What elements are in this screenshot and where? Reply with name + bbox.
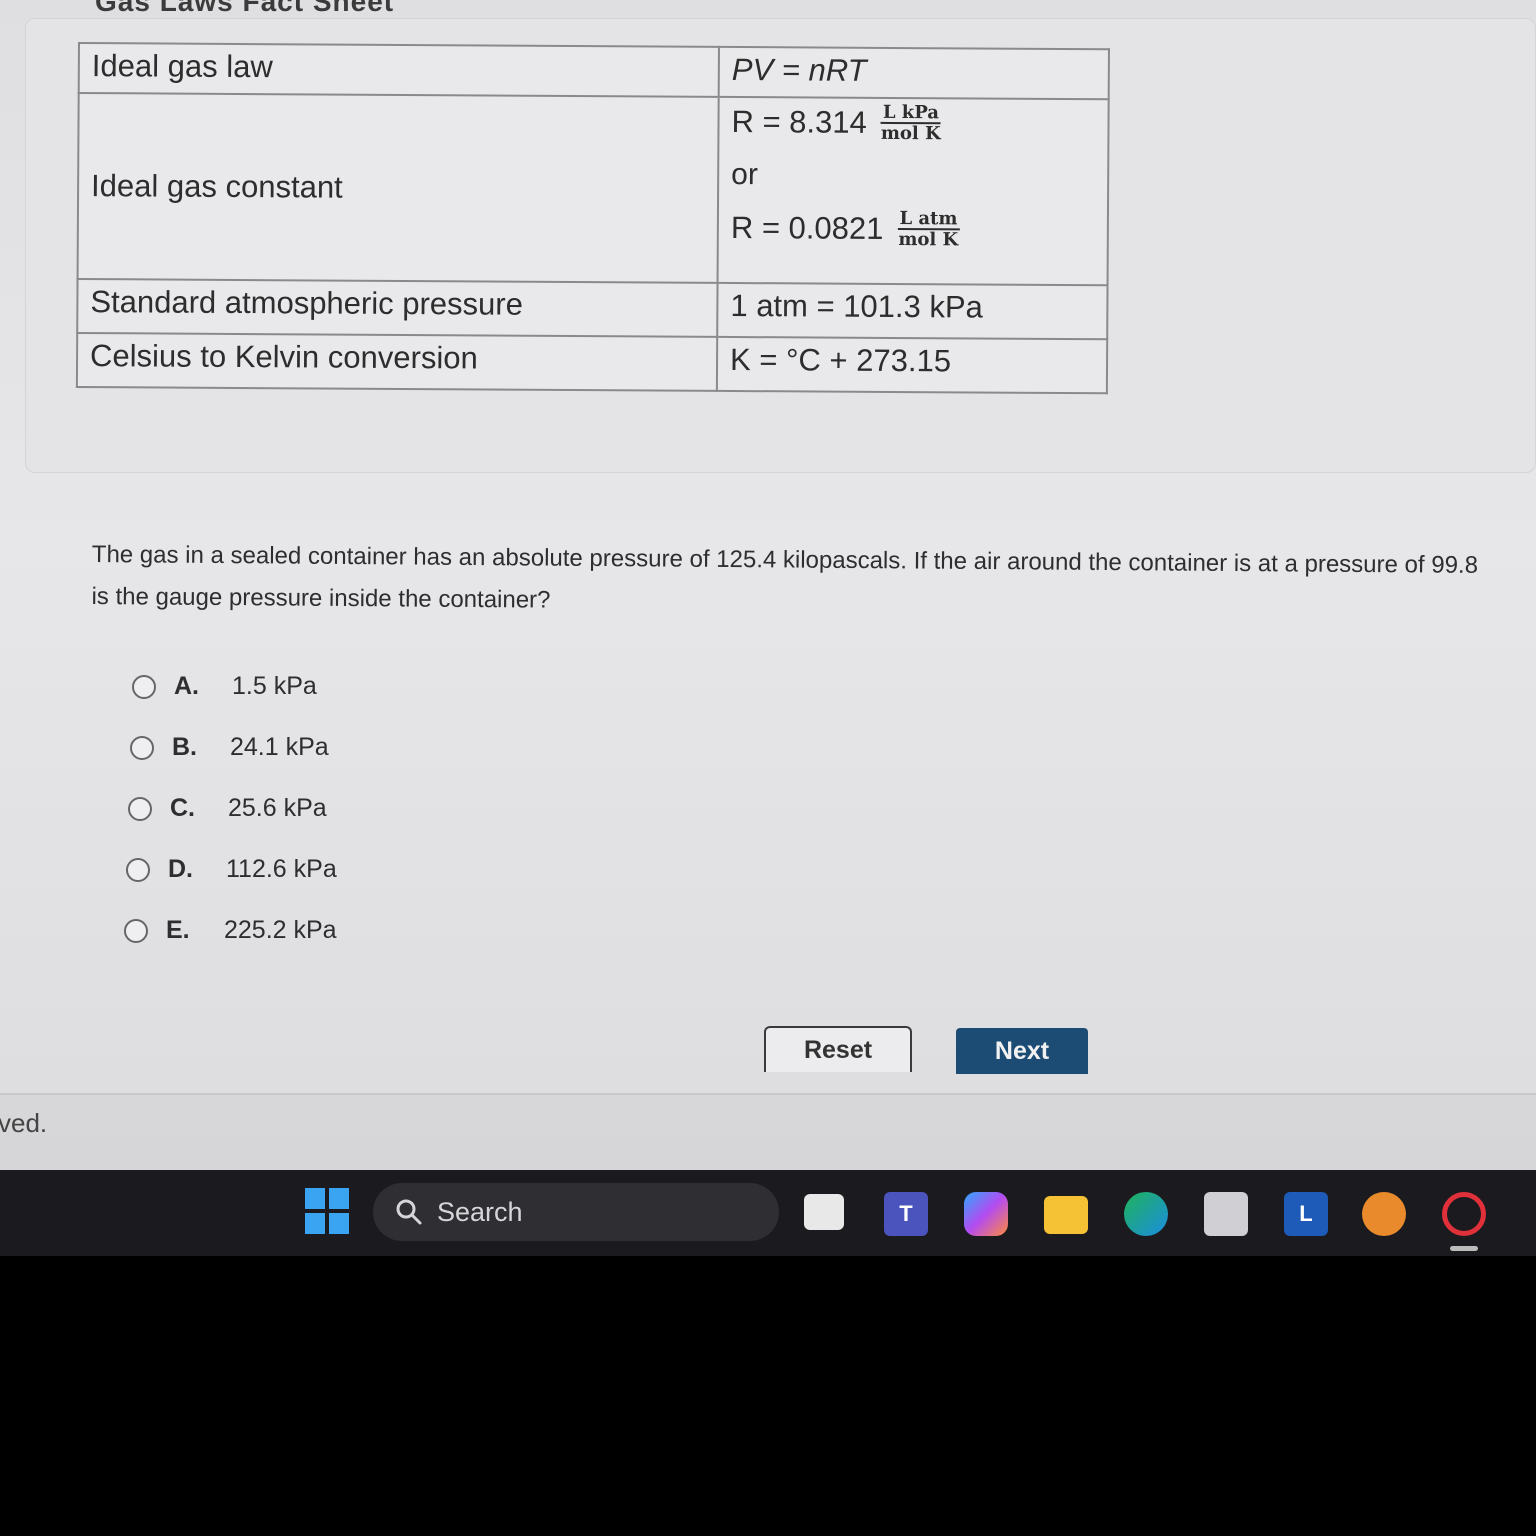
choice-letter: A. <box>174 672 199 700</box>
choice-d[interactable]: D. 112.6 kPa <box>126 839 337 900</box>
taskbar-search[interactable]: Search <box>373 1183 779 1241</box>
quiz-panel: Gas Laws Fact Sheet Ideal gas law PV = n… <box>0 0 1536 1095</box>
search-label: Search <box>437 1196 523 1227</box>
radio-button[interactable] <box>130 735 154 760</box>
search-icon <box>396 1199 422 1225</box>
radio-button[interactable] <box>126 857 150 882</box>
edge-icon[interactable] <box>1124 1192 1168 1236</box>
choice-text: 24.1 kPa <box>230 733 329 761</box>
l-app-icon[interactable]: L <box>1284 1192 1328 1236</box>
ideal-gas-law-formula: PV = nRT <box>731 51 867 88</box>
table-row: Ideal gas constant R = 8.314 L kPa mol K… <box>77 93 1109 286</box>
row-value: PV = nRT <box>718 46 1109 100</box>
copilot-icon[interactable] <box>964 1192 1008 1236</box>
opera-icon[interactable] <box>1442 1192 1486 1236</box>
choice-a[interactable]: A. 1.5 kPa <box>132 656 337 717</box>
question-text: The gas in a sealed container has an abs… <box>91 534 1536 629</box>
choice-b[interactable]: B. 24.1 kPa <box>130 717 337 778</box>
choice-letter: C. <box>170 794 195 822</box>
reset-button[interactable]: Reset <box>764 1026 912 1072</box>
row-label: Ideal gas constant <box>77 93 719 283</box>
answer-choices: A. 1.5 kPa B. 24.1 kPa C. 25.6 kPa D. 11… <box>124 656 337 961</box>
sheet-title: Gas Laws Fact Sheet <box>95 0 395 17</box>
gas-constant-value: R = 8.314 <box>731 103 867 140</box>
choice-text: 225.2 kPa <box>224 916 337 944</box>
choice-letter: B. <box>172 733 197 761</box>
footer-text: ved. <box>0 1108 48 1138</box>
next-button[interactable]: Next <box>956 1028 1088 1074</box>
table-row: Ideal gas law PV = nRT <box>78 43 1109 100</box>
row-value: R = 8.314 L kPa mol K or R = 0.0821 L at… <box>717 96 1109 286</box>
choice-text: 1.5 kPa <box>232 672 317 700</box>
store-icon[interactable] <box>1204 1192 1248 1236</box>
unit-fraction: L kPa mol K <box>880 102 942 145</box>
row-label: Ideal gas law <box>78 43 719 97</box>
radio-button[interactable] <box>128 796 152 821</box>
row-label: Standard atmospheric pressure <box>77 279 718 337</box>
table-row: Standard atmospheric pressure 1 atm = 10… <box>77 279 1108 340</box>
emoji-app-icon[interactable] <box>1362 1192 1406 1236</box>
fact-sheet-table: Ideal gas law PV = nRT Ideal gas constan… <box>75 42 1110 395</box>
active-app-indicator <box>1450 1246 1478 1251</box>
gas-constant-value: R = 0.0821 <box>730 209 884 246</box>
unit-denominator: mol K <box>898 229 959 251</box>
screen: Gas Laws Fact Sheet Ideal gas law PV = n… <box>0 0 1536 1170</box>
taskbar: Search T L <box>0 1170 1536 1256</box>
teams-icon[interactable]: T <box>884 1192 928 1236</box>
unit-numerator: L kPa <box>880 102 942 125</box>
windows-start-icon[interactable] <box>305 1188 349 1234</box>
row-label: Celsius to Kelvin conversion <box>76 333 718 391</box>
or-text: or <box>731 157 758 192</box>
choice-text: 112.6 kPa <box>226 855 337 883</box>
radio-button[interactable] <box>132 674 156 699</box>
task-view-icon[interactable] <box>804 1194 844 1230</box>
choice-c[interactable]: C. 25.6 kPa <box>128 778 337 839</box>
file-explorer-icon[interactable] <box>1044 1196 1088 1234</box>
gas-constant-kpa: R = 8.314 L kPa mol K <box>731 102 1095 144</box>
table-row: Celsius to Kelvin conversion K = °C + 27… <box>76 333 1108 394</box>
choice-letter: D. <box>168 855 193 883</box>
row-value: 1 atm = 101.3 kPa <box>717 282 1108 340</box>
unit-numerator: L atm <box>897 208 960 231</box>
choice-text: 25.6 kPa <box>228 794 327 822</box>
unit-fraction: L atm mol K <box>897 208 960 251</box>
gas-constant-atm: R = 0.0821 L atm mol K <box>731 208 1095 250</box>
choice-e[interactable]: E. 225.2 kPa <box>124 900 337 961</box>
unit-denominator: mol K <box>880 122 941 145</box>
radio-button[interactable] <box>124 918 148 943</box>
choice-letter: E. <box>166 916 190 944</box>
row-value: K = °C + 273.15 <box>716 336 1108 394</box>
